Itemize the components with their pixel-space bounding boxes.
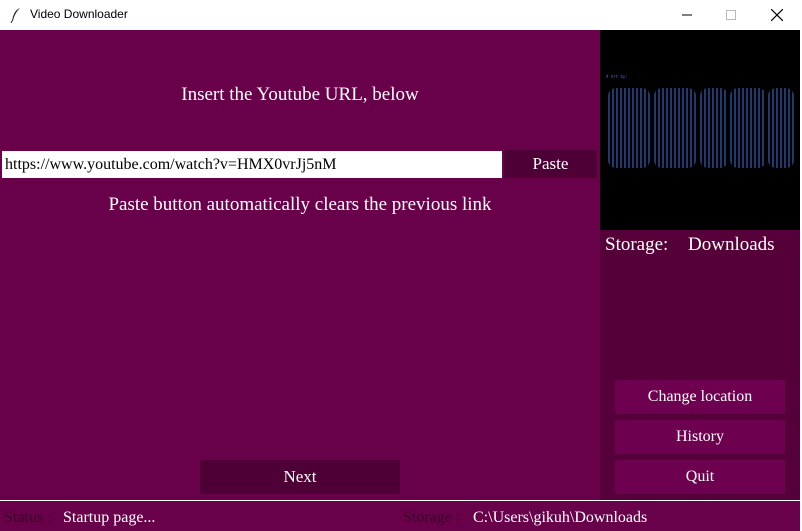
status-label: Status :	[4, 509, 52, 526]
title-bar: Video Downloader	[0, 0, 802, 30]
ascii-art-letter	[768, 88, 794, 168]
minimize-button[interactable]	[664, 0, 710, 30]
ascii-art-letter	[700, 88, 728, 168]
ascii-art-letter	[608, 88, 650, 168]
close-button[interactable]	[754, 0, 800, 30]
ascii-art-letter	[654, 88, 696, 168]
storage-folder: Downloads	[688, 234, 775, 255]
ascii-art-header: # Art by:	[606, 74, 628, 79]
ascii-art-image: # Art by:	[600, 30, 800, 230]
maximize-button[interactable]	[708, 0, 754, 30]
window-title: Video Downloader	[30, 7, 128, 21]
url-input[interactable]	[2, 151, 502, 178]
status-storage-label: Storage :	[403, 509, 461, 526]
url-instruction: Insert the Youtube URL, below	[181, 84, 419, 105]
paste-button[interactable]: Paste	[504, 150, 597, 178]
paste-hint: Paste button automatically clears the pr…	[108, 194, 492, 215]
ascii-art-letter	[730, 88, 766, 168]
storage-label: Storage:	[605, 234, 669, 255]
feather-icon	[10, 7, 22, 24]
next-button[interactable]: Next	[200, 460, 400, 494]
history-button[interactable]: History	[615, 420, 785, 454]
status-value: Startup page...	[63, 509, 156, 526]
status-storage-path: C:\Users\gikuh\Downloads	[473, 509, 648, 526]
quit-button[interactable]: Quit	[615, 460, 785, 494]
change-location-button[interactable]: Change location	[615, 380, 785, 414]
